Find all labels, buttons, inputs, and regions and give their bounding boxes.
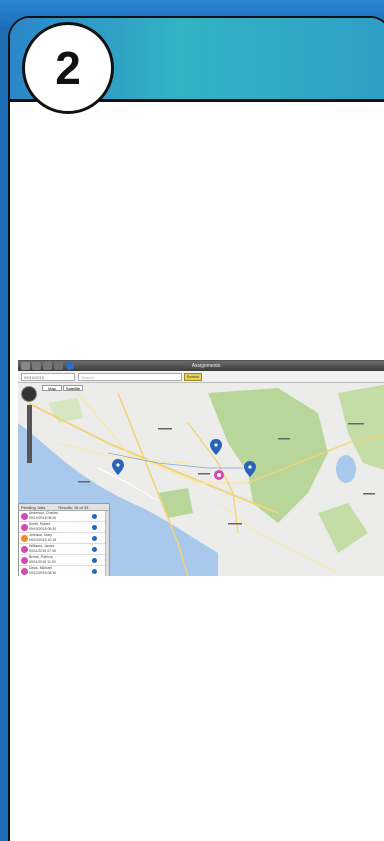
search-bar: 09/10/2015 Search Search (18, 371, 384, 383)
globe-icon[interactable] (92, 547, 97, 552)
list-item[interactable]: Johnson, Mary 09/10/2015 10:15 (19, 533, 109, 544)
status-icon (21, 568, 28, 575)
status-icon (21, 524, 28, 531)
map-type-satellite[interactable]: Satellite (63, 385, 83, 391)
job-date: 09/12/2015 08:30 (29, 571, 57, 575)
job-date: 09/11/2015 07:45 (29, 549, 56, 553)
panel-subtitle: Results: 16 of 33 (58, 505, 89, 510)
app-window-title: Assignments (191, 363, 221, 369)
globe-icon[interactable] (92, 558, 97, 563)
status-icon (21, 535, 28, 542)
people-icon[interactable] (54, 362, 63, 370)
list-icon[interactable] (43, 362, 52, 370)
pan-control-icon[interactable] (21, 386, 37, 402)
list-item[interactable]: Williams, James 09/11/2015 07:45 (19, 544, 109, 555)
list-item[interactable]: Davis, Michael 09/12/2015 08:30 (19, 566, 109, 576)
date-field[interactable]: 09/10/2015 (21, 373, 75, 381)
map-pin-2 (210, 439, 222, 455)
step-card: Assignments 09/10/2015 Search Search Map… (8, 16, 384, 841)
list-item[interactable]: Smith, Robert 09/10/2015 09:30 (19, 522, 109, 533)
search-input[interactable]: Search (78, 373, 182, 381)
globe-icon[interactable] (92, 536, 97, 541)
status-icon (21, 513, 28, 520)
step-number: 2 (55, 42, 81, 94)
panel-header: Pending Jobs Results: 16 of 33 (19, 504, 109, 511)
job-date: 09/10/2015 09:30 (29, 527, 57, 531)
app-screenshot: Assignments 09/10/2015 Search Search Map… (18, 360, 384, 576)
list-item[interactable]: Brown, Patricia 09/11/2015 11:00 (19, 555, 109, 566)
menu-icon[interactable] (21, 362, 30, 370)
map-pin-pink (214, 470, 224, 480)
jobs-panel: Pending Jobs Results: 16 of 33 Anderson,… (18, 503, 110, 576)
list-item[interactable]: Anderson, Charles 09/10/2015 08:00 (19, 511, 109, 522)
job-date: 09/11/2015 11:00 (29, 560, 56, 564)
panel-list: Anderson, Charles 09/10/2015 08:00 Smith, … (19, 511, 109, 576)
status-icon (21, 557, 28, 564)
map-view[interactable]: Map Satellite Pending Jobs Results: 16 o… (18, 383, 384, 576)
job-date: 09/10/2015 10:15 (29, 538, 57, 542)
info-icon[interactable] (66, 362, 74, 370)
zoom-slider[interactable] (27, 405, 32, 463)
job-date: 09/10/2015 08:00 (29, 516, 57, 520)
step-number-badge: 2 (22, 22, 114, 114)
globe-icon[interactable] (92, 525, 97, 530)
map-pin-1 (112, 459, 124, 475)
panel-scrollbar[interactable] (105, 511, 109, 576)
panel-title: Pending Jobs (21, 505, 46, 510)
status-icon (21, 546, 28, 553)
search-button[interactable]: Search (184, 373, 202, 381)
globe-icon[interactable] (92, 569, 97, 574)
map-type-map[interactable]: Map (42, 385, 62, 391)
calendar-icon[interactable] (32, 362, 41, 370)
globe-icon[interactable] (92, 514, 97, 519)
